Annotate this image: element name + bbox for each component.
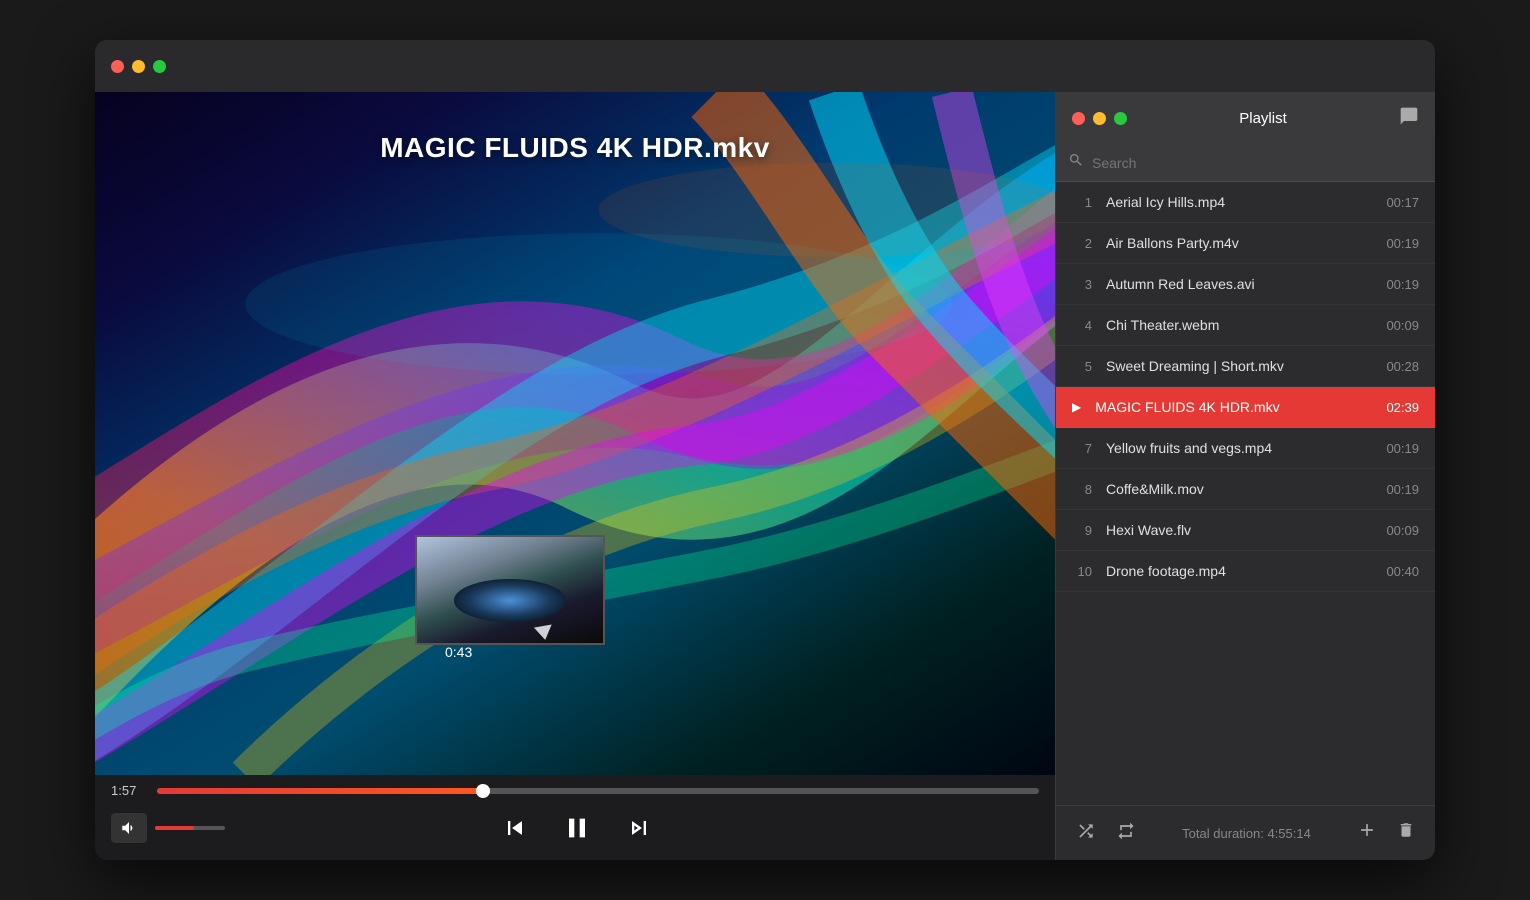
volume-section (111, 813, 225, 843)
playlist-chat-button[interactable] (1399, 106, 1419, 131)
previous-button[interactable] (497, 810, 533, 846)
item-duration: 00:09 (1386, 523, 1419, 538)
item-duration: 00:19 (1386, 236, 1419, 251)
item-name: Autumn Red Leaves.avi (1106, 276, 1374, 292)
progress-handle (476, 784, 490, 798)
playlist-minimize-button[interactable] (1093, 112, 1106, 125)
volume-slider[interactable] (155, 826, 225, 830)
play-indicator: ▶ (1072, 400, 1081, 414)
app-window: MAGIC FLUIDS 4K HDR.mkv 0:43 1:57 (95, 40, 1435, 860)
item-number: 4 (1072, 318, 1092, 333)
next-button[interactable] (621, 810, 657, 846)
playlist-window-controls (1072, 112, 1127, 125)
playlist-item[interactable]: 5 Sweet Dreaming | Short.mkv 00:28 (1056, 346, 1435, 387)
item-number: 2 (1072, 236, 1092, 251)
playlist-maximize-button[interactable] (1114, 112, 1127, 125)
item-number: 10 (1072, 564, 1092, 579)
item-duration: 00:19 (1386, 482, 1419, 497)
playlist-item[interactable]: 10 Drone footage.mp4 00:40 (1056, 551, 1435, 592)
volume-icon (120, 819, 138, 837)
volume-button[interactable] (111, 813, 147, 843)
thumbnail-popup (415, 535, 605, 645)
item-name: Hexi Wave.flv (1106, 522, 1374, 538)
playback-controls (497, 808, 657, 848)
playlist-search-bar (1056, 144, 1435, 182)
thumbnail-image (417, 537, 603, 643)
item-name: MAGIC FLUIDS 4K HDR.mkv (1095, 399, 1374, 415)
playlist-item[interactable]: 4 Chi Theater.webm 00:09 (1056, 305, 1435, 346)
shuffle-icon (1076, 821, 1096, 841)
item-duration: 00:40 (1386, 564, 1419, 579)
playlist-item[interactable]: 8 Coffe&Milk.mov 00:19 (1056, 469, 1435, 510)
pause-icon (561, 812, 593, 844)
chat-icon (1399, 106, 1419, 126)
playlist-item[interactable]: 7 Yellow fruits and vegs.mp4 00:19 (1056, 428, 1435, 469)
playlist-sidebar: Playlist 1 Aerial (1055, 92, 1435, 860)
search-icon (1068, 152, 1084, 173)
video-title: MAGIC FLUIDS 4K HDR.mkv (95, 132, 1055, 164)
title-bar (95, 40, 1435, 92)
delete-item-button[interactable] (1393, 817, 1419, 849)
item-duration: 00:19 (1386, 277, 1419, 292)
playlist-close-button[interactable] (1072, 112, 1085, 125)
repeat-button[interactable] (1112, 817, 1140, 850)
maximize-button[interactable] (153, 60, 166, 73)
total-duration: Total duration: 4:55:14 (1152, 826, 1341, 841)
playlist-items: 1 Aerial Icy Hills.mp4 00:17 2 Air Ballo… (1056, 182, 1435, 805)
main-content: MAGIC FLUIDS 4K HDR.mkv 0:43 1:57 (95, 92, 1435, 860)
progress-section: 1:57 (111, 783, 1039, 798)
controls-bar: 1:57 (95, 775, 1055, 860)
window-controls (111, 60, 166, 73)
playlist-item[interactable]: 1 Aerial Icy Hills.mp4 00:17 (1056, 182, 1435, 223)
item-name: Coffe&Milk.mov (1106, 481, 1374, 497)
item-number: 8 (1072, 482, 1092, 497)
playlist-item[interactable]: 2 Air Ballons Party.m4v 00:19 (1056, 223, 1435, 264)
item-number: 3 (1072, 277, 1092, 292)
playlist-item[interactable]: 9 Hexi Wave.flv 00:09 (1056, 510, 1435, 551)
search-svg (1068, 152, 1084, 168)
video-area: MAGIC FLUIDS 4K HDR.mkv 0:43 1:57 (95, 92, 1055, 860)
item-number: 5 (1072, 359, 1092, 374)
item-duration: 00:19 (1386, 441, 1419, 456)
item-name: Drone footage.mp4 (1106, 563, 1374, 579)
previous-icon (501, 814, 529, 842)
item-name: Aerial Icy Hills.mp4 (1106, 194, 1374, 210)
item-number: 1 (1072, 195, 1092, 210)
item-duration: 00:17 (1386, 195, 1419, 210)
progress-filled (157, 788, 483, 794)
item-duration: 00:28 (1386, 359, 1419, 374)
playlist-title: Playlist (1239, 110, 1287, 127)
playlist-header: Playlist (1056, 92, 1435, 144)
delete-icon (1397, 821, 1415, 839)
item-name: Chi Theater.webm (1106, 317, 1374, 333)
repeat-icon (1116, 821, 1136, 841)
time-elapsed: 1:57 (111, 783, 147, 798)
item-duration: 02:39 (1386, 400, 1419, 415)
item-name: Yellow fruits and vegs.mp4 (1106, 440, 1374, 456)
controls-row (111, 808, 1039, 848)
shuffle-button[interactable] (1072, 817, 1100, 850)
minimize-button[interactable] (132, 60, 145, 73)
pause-button[interactable] (557, 808, 597, 848)
item-number: 7 (1072, 441, 1092, 456)
playlist-item[interactable]: ▶ MAGIC FLUIDS 4K HDR.mkv 02:39 (1056, 387, 1435, 428)
add-item-button[interactable] (1353, 816, 1381, 850)
video-canvas: MAGIC FLUIDS 4K HDR.mkv 0:43 (95, 92, 1055, 775)
item-number: 9 (1072, 523, 1092, 538)
next-icon (625, 814, 653, 842)
item-name: Sweet Dreaming | Short.mkv (1106, 358, 1374, 374)
playlist-footer: Total duration: 4:55:14 (1056, 805, 1435, 860)
search-input[interactable] (1092, 155, 1423, 171)
time-tooltip: 0:43 (445, 644, 472, 660)
add-icon (1357, 820, 1377, 840)
item-duration: 00:09 (1386, 318, 1419, 333)
item-name: Air Ballons Party.m4v (1106, 235, 1374, 251)
playlist-item[interactable]: 3 Autumn Red Leaves.avi 00:19 (1056, 264, 1435, 305)
close-button[interactable] (111, 60, 124, 73)
video-background (95, 92, 1055, 775)
progress-bar[interactable] (157, 788, 1039, 794)
